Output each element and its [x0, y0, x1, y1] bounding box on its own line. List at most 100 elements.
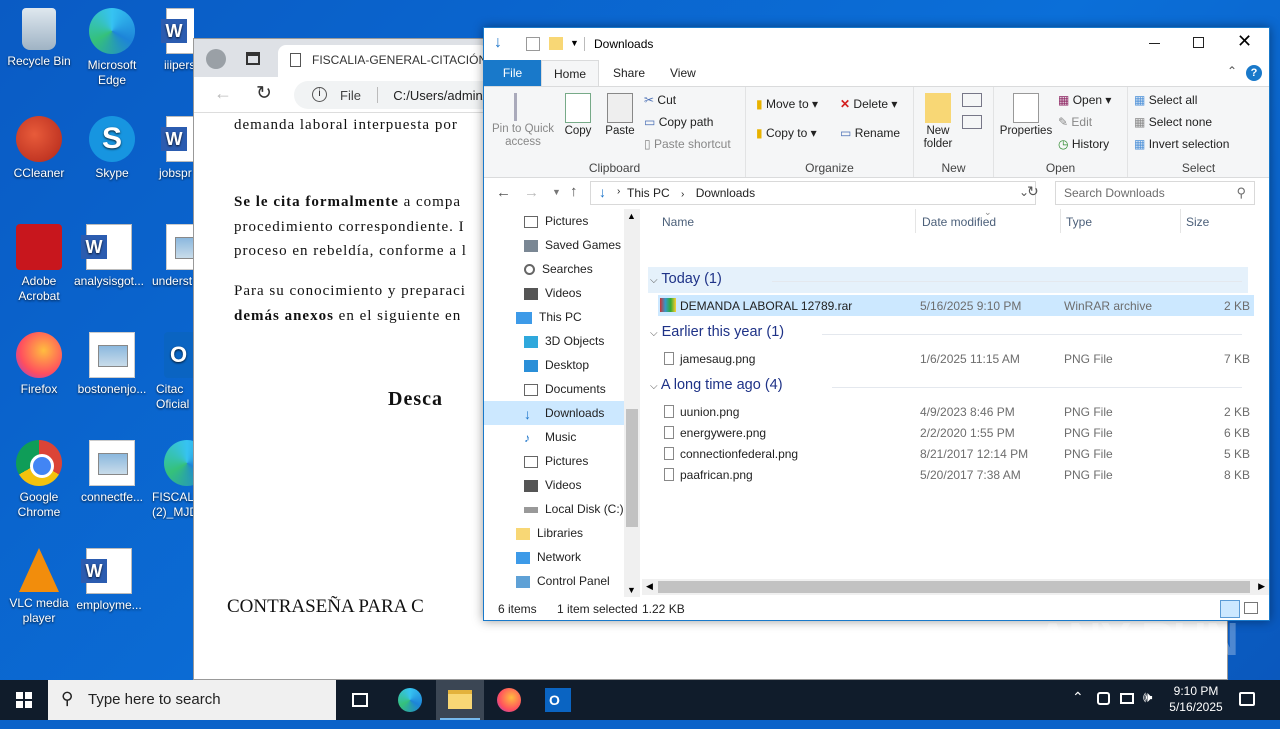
desktop-icon-jobspr[interactable]: jobspr	[150, 116, 194, 181]
show-hidden-icons-icon[interactable]: ⌃	[1072, 689, 1084, 729]
file-row[interactable]: energywere.png 2/2/2020 1:55 PM PNG File…	[658, 422, 1254, 443]
task-view-button[interactable]	[336, 680, 384, 720]
properties-button[interactable]: Properties	[998, 93, 1054, 138]
back-icon[interactable]: ←	[496, 184, 511, 201]
tab-share[interactable]: Share	[601, 60, 657, 86]
taskbar-firefox[interactable]	[485, 680, 533, 720]
easy-access-icon[interactable]	[962, 115, 982, 129]
nav-scrollbar[interactable]: ▲ ▼	[624, 209, 640, 597]
properties-check-icon[interactable]	[526, 37, 540, 51]
nav-item-network[interactable]: Network	[484, 545, 624, 569]
breadcrumb-downloads[interactable]: Downloads	[696, 186, 755, 200]
breadcrumb-this-pc[interactable]: This PC	[627, 186, 670, 200]
history-button[interactable]: ◷ History	[1058, 137, 1109, 151]
large-icons-view-icon[interactable]	[1244, 602, 1258, 614]
notifications-icon[interactable]	[1239, 692, 1255, 706]
back-icon[interactable]: ←	[214, 83, 232, 104]
move-to-button[interactable]: ▮ Move to ▾	[756, 97, 818, 111]
column-size[interactable]: Size	[1186, 215, 1209, 229]
forward-icon[interactable]: →	[524, 184, 539, 201]
nav-item-searches[interactable]: Searches	[484, 257, 624, 281]
nav-item-videos[interactable]: Videos	[484, 281, 624, 305]
scroll-up-icon[interactable]: ▲	[627, 211, 636, 221]
desktop-icon-ccleaner[interactable]: CCleaner	[0, 116, 78, 181]
file-row[interactable]: DEMANDA LABORAL 12789.rar 5/16/2025 9:10…	[658, 295, 1254, 316]
taskbar-outlook[interactable]: O	[534, 680, 582, 720]
select-none-button[interactable]: ▦ Select none	[1134, 115, 1212, 129]
desktop-icon-fiscalia[interactable]: FISCALI (2)_MJD	[150, 440, 194, 520]
group-header-today[interactable]: ⌵ Today (1)	[650, 271, 722, 287]
desktop-icon-chrome[interactable]: Google Chrome	[0, 440, 78, 520]
collapse-ribbon-icon[interactable]: ⌃	[1227, 64, 1237, 78]
invert-selection-button[interactable]: ▦ Invert selection	[1134, 137, 1229, 151]
recent-chevron-icon[interactable]: ▼	[552, 187, 561, 197]
group-header-earlier-this-year[interactable]: ⌵ Earlier this year (1)	[650, 324, 784, 340]
help-icon[interactable]: ?	[1246, 65, 1262, 81]
copy-path-button[interactable]: ▭ Copy path	[644, 115, 713, 129]
close-icon[interactable]: ✕	[1237, 31, 1252, 52]
file-row[interactable]: connectionfederal.png 8/21/2017 12:14 PM…	[658, 443, 1254, 464]
nav-item-documents[interactable]: Documents	[484, 377, 624, 401]
search-input[interactable]: Search Downloads ⚲	[1055, 181, 1255, 205]
copy-button[interactable]: Copy	[558, 93, 598, 138]
desktop-icon-skype[interactable]: S Skype	[73, 116, 151, 181]
up-icon[interactable]: ↑	[570, 183, 578, 200]
paste-button[interactable]: Paste	[600, 93, 640, 138]
nav-item-saved-games[interactable]: Saved Games	[484, 233, 624, 257]
start-button[interactable]	[0, 680, 48, 720]
edit-button[interactable]: ✎ Edit	[1058, 115, 1092, 129]
desktop-icon-recycle-bin[interactable]: Recycle Bin	[0, 8, 78, 69]
group-header-long-time-ago[interactable]: ⌵ A long time ago (4)	[650, 377, 783, 393]
desktop-icon-firefox[interactable]: Firefox	[0, 332, 78, 397]
minimize-icon[interactable]	[1149, 43, 1160, 44]
select-all-button[interactable]: ▦ Select all	[1134, 93, 1197, 107]
file-row[interactable]: jamesaug.png 1/6/2025 11:15 AM PNG File …	[658, 348, 1254, 369]
desktop-icon-employme[interactable]: employme...	[70, 548, 148, 613]
file-row[interactable]: paafrican.png 5/20/2017 7:38 AM PNG File…	[658, 464, 1254, 485]
delete-button[interactable]: ✕ Delete ▾	[840, 97, 897, 111]
reload-icon[interactable]: ↻	[256, 82, 272, 105]
desktop-icon-edge[interactable]: Microsoft Edge	[73, 8, 151, 88]
nav-item-pictures-2[interactable]: Pictures	[484, 449, 624, 473]
nav-item-control-panel[interactable]: Control Panel	[484, 569, 624, 593]
column-name[interactable]: Name	[662, 215, 694, 229]
profile-icon[interactable]	[206, 49, 226, 69]
pin-quick-access-button[interactable]: Pin to Quick access	[488, 93, 558, 149]
open-button[interactable]: ▦ Open ▾	[1058, 93, 1111, 107]
refresh-icon[interactable]: ↻	[1027, 183, 1039, 200]
group-today[interactable]	[648, 267, 1248, 293]
nav-item-this-pc[interactable]: This PC	[484, 305, 624, 329]
taskbar-file-explorer[interactable]	[436, 680, 484, 720]
horizontal-scrollbar[interactable]: ◀ ▶	[642, 579, 1269, 595]
nav-item-desktop[interactable]: Desktop	[484, 353, 624, 377]
network-tray-icon[interactable]	[1120, 693, 1134, 704]
maximize-icon[interactable]	[1193, 37, 1204, 48]
tab-home[interactable]: Home	[541, 60, 600, 87]
nav-item-local-disk[interactable]: Local Disk (C:)	[484, 497, 624, 521]
nav-item-libraries[interactable]: Libraries	[484, 521, 624, 545]
desktop-icon-vlc[interactable]: VLC media player	[0, 548, 78, 626]
nav-item-pictures[interactable]: Pictures	[484, 209, 624, 233]
browser-tab[interactable]: FISCALIA-GENERAL-CITACIÓN-F	[278, 45, 488, 77]
new-folder-button[interactable]: New folder	[918, 93, 958, 151]
desktop-icon-acrobat[interactable]: Adobe Acrobat	[0, 224, 78, 304]
copy-to-button[interactable]: ▮ Copy to ▾	[756, 126, 817, 140]
horizontal-scroll-thumb[interactable]	[658, 581, 1250, 593]
scroll-right-icon[interactable]: ▶	[1258, 581, 1265, 592]
new-item-icon[interactable]	[962, 93, 982, 107]
desktop-icon-underst[interactable]: underst	[150, 224, 194, 289]
paste-shortcut-button[interactable]: ▯ Paste shortcut	[644, 137, 731, 151]
meet-now-icon[interactable]	[1097, 692, 1110, 705]
nav-item-downloads[interactable]: ↓ Downloads	[484, 401, 624, 425]
download-heading[interactable]: Desca	[388, 387, 443, 411]
customize-chevron-icon[interactable]: ▼	[570, 38, 579, 48]
column-type[interactable]: Type	[1066, 215, 1092, 229]
nav-item-music[interactable]: ♪ Music	[484, 425, 624, 449]
tab-view[interactable]: View	[658, 60, 708, 86]
folder-icon[interactable]	[549, 37, 563, 50]
desktop-icon-bostonenjo[interactable]: bostonenjo...	[73, 332, 151, 397]
cut-button[interactable]: ✂ Cut	[644, 93, 676, 107]
tab-list-icon[interactable]	[246, 52, 260, 65]
desktop-icon-iiipers[interactable]: iiipers	[150, 8, 194, 73]
scroll-left-icon[interactable]: ◀	[646, 581, 653, 592]
